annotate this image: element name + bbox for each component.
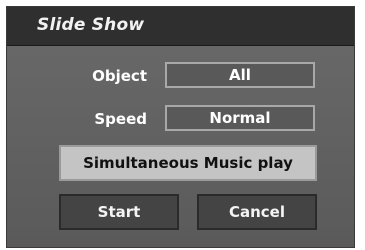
- slide-show-dialog: Slide Show Object All Speed Normal Simul…: [6, 6, 355, 248]
- cancel-button[interactable]: Cancel: [197, 194, 317, 230]
- speed-selector[interactable]: Normal: [165, 105, 315, 131]
- speed-label: Speed: [94, 110, 147, 128]
- start-button[interactable]: Start: [59, 194, 179, 230]
- dialog-title-bar: Slide Show: [7, 7, 354, 46]
- simultaneous-music-play-button[interactable]: Simultaneous Music play: [59, 145, 317, 181]
- dialog-title: Slide Show: [37, 15, 145, 35]
- object-label: Object: [92, 67, 147, 85]
- object-selector[interactable]: All: [165, 62, 315, 88]
